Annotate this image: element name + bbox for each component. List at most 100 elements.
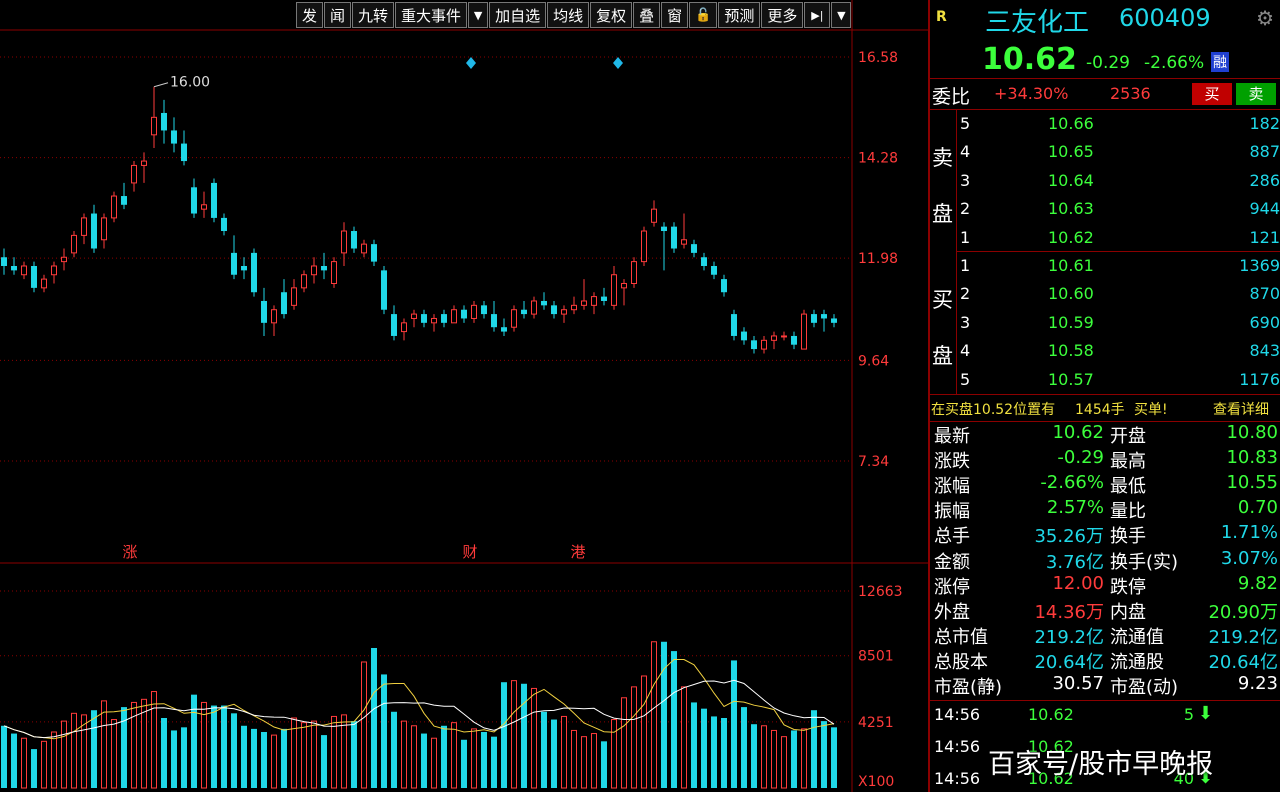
volume-bar [561,715,567,789]
panel-toggle-icon[interactable]: ▶| [804,2,831,28]
volume-bar [831,727,837,788]
tick-time: 14:56 [934,705,981,724]
toolbar-button-6[interactable]: 复权 [590,2,633,28]
candle-body [781,335,787,338]
candle-body [251,252,257,293]
bid-level-row[interactable]: 1 10.61 1369 [930,252,1280,280]
event-dropdown-icon[interactable]: ▼ [468,2,489,28]
toolbar-button-4[interactable]: 加自选 [489,2,547,28]
candle-body [551,305,557,315]
ask-level-row[interactable]: 5 10.66 182 [930,110,1280,138]
kline-chart[interactable]: 16.58 14.28 11.98 9.64 7.34 12663 8501 4251 X100… [0,0,928,792]
volume-bar [231,713,237,788]
toolbar-button-5[interactable]: 均线 [547,2,590,28]
ask-level-row[interactable]: 2 10.63 944 [930,195,1280,223]
candle-body [671,226,677,249]
toolbar-button-8[interactable]: 窗 [661,2,689,28]
bid-level-row[interactable]: 2 10.60 870 [930,280,1280,308]
watermark-text: 百家号/股市早晚报 [988,749,1214,780]
volume-bar [391,711,397,788]
ask-level-row[interactable]: 4 10.65 887 [930,138,1280,166]
volume-bar [541,711,547,788]
bid-level-row[interactable]: 3 10.59 690 [930,309,1280,337]
alert-detail-link[interactable]: 查看详细 [1213,399,1269,419]
toolbar-button-1[interactable]: 闻 [324,2,352,28]
more-dropdown-icon[interactable]: ▼ [831,2,852,28]
toolbar-button-10[interactable]: 更多 [761,2,804,28]
candle-body [121,196,127,205]
candle-body [811,314,817,323]
ask-level-row[interactable]: 3 10.64 286 [930,167,1280,195]
margin-badge[interactable]: 融 [1211,52,1229,72]
ask-level: 4 [960,142,971,162]
stat-lv: 12.00 [1052,572,1104,594]
volume-bar [491,736,497,788]
candle-body [11,265,17,271]
volume-bar [41,740,47,789]
price-tick-label: 16.58 [858,50,898,66]
candle-body [141,160,147,166]
volume-bar [651,641,657,789]
chart-toolbar: 发闻九转 重大事件 ▼ 加自选 均线 复权叠窗 🔓 预测 更多 ▶| ▼ [296,2,852,28]
event-diamond-icon [466,57,476,69]
toolbar-button-9[interactable]: 预测 [718,2,761,28]
stat-r: 换手 [1110,526,1146,548]
toolbar-button-3[interactable]: 重大事件 [395,2,468,28]
volume-bar [51,731,57,789]
candle-body [471,304,477,319]
volume-bar [811,710,817,788]
volume-bar [181,727,187,788]
volume-bar [451,722,457,789]
toolbar-button-2[interactable]: 九转 [352,2,395,28]
volume-tick-label: X100 [858,774,894,790]
candle-body [521,309,527,315]
candle-body [171,130,177,144]
bid-level-row[interactable]: 5 10.57 1176 [930,366,1280,394]
stat-l: 涨跌 [934,451,970,473]
volume-bar [421,733,427,788]
stat-rv: 20.64亿 [1208,651,1278,673]
stat-l: 最新 [934,426,970,447]
volume-bar [431,737,437,789]
stat-lv: 219.2亿 [1034,626,1104,648]
stat-lv: 14.36万 [1034,601,1104,623]
ratio-diff: 2536 [1110,84,1151,103]
price-tick-label: 9.64 [858,353,889,369]
candle-body [621,282,627,289]
stats-row: 最新 10.62 开盘 10.80 [930,422,1280,447]
volume-bar [681,686,687,789]
volume-bar [31,749,37,788]
volume-bar [641,675,647,789]
volume-bar [721,717,727,788]
stock-name: 三友化工 [985,8,1090,38]
toolbar-button-0[interactable]: 发 [296,2,324,28]
volume-bar [621,697,627,789]
volume-bar [671,651,677,788]
ask-vol: 887 [1249,142,1280,162]
bid-level-row[interactable]: 4 10.58 843 [930,337,1280,365]
kline-chart-area[interactable]: 16.58 14.28 11.98 9.64 7.34 12663 8501 4251 X100… [0,0,928,792]
ask-level-row[interactable]: 1 10.62 121 [930,224,1280,252]
volume-bar [111,719,117,789]
bid-level: 5 [960,369,971,389]
bid-price: 10.57 [1048,369,1094,389]
ratio-value: +34.30% [994,84,1069,103]
candle-body [511,309,517,328]
volume-bar [551,719,557,788]
tick-time: 14:56 [934,769,981,788]
volume-bar [1,725,7,788]
stat-rv: 3.07% [1220,547,1278,569]
volume-bar [411,725,417,789]
sell-button[interactable]: 卖 [1236,83,1276,105]
candle-body [441,314,447,323]
bid-vol: 1369 [1239,256,1280,275]
tick-price: 10.62 [1028,705,1074,724]
settings-icon[interactable]: ⚙ [1256,6,1274,30]
stat-l: 市盈(静) [934,677,1003,698]
quote-panel: R 三友化工 600409 ⚙ 10.62 -0.29 -2.66% 融 委比 … [928,0,1280,792]
candle-body [371,244,377,262]
lock-icon[interactable]: 🔓 [689,2,718,28]
buy-button[interactable]: 买 [1192,83,1232,105]
toolbar-button-7[interactable]: 叠 [633,2,661,28]
candle-body [531,300,537,315]
